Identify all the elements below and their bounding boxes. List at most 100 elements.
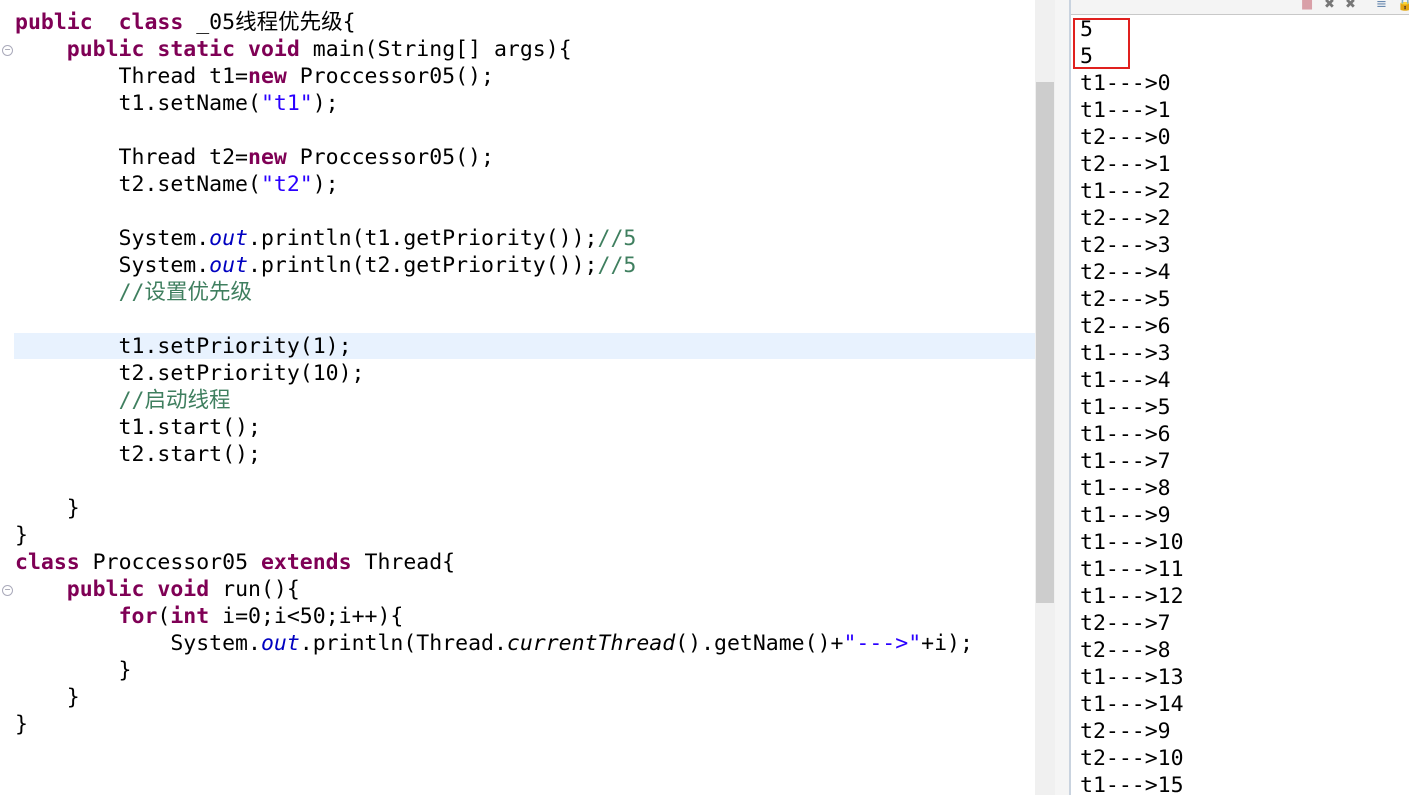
console-line: t2--->0 (1080, 125, 1171, 150)
console-toolbar: ■ ✖ ✖ ≡ 🔒 (1071, 0, 1409, 15)
code-line: t1.start(); (15, 414, 261, 441)
code-token: ); (312, 91, 339, 116)
console-line: t1--->9 (1080, 503, 1171, 528)
code-token: void (157, 577, 210, 602)
code-token: t2.setPriority(10); (15, 361, 365, 386)
code-token: Thread t1= (15, 64, 248, 89)
code-token: //设置优先级 (118, 280, 252, 305)
code-token: static (157, 37, 236, 62)
code-token: t1.start(); (15, 415, 261, 440)
code-line: t2.setPriority(10); (15, 360, 365, 387)
remove-launch-icon[interactable]: ✖ (1324, 0, 1335, 12)
code-token: extends (260, 550, 352, 575)
code-line: } (15, 657, 132, 684)
console-line: t1--->5 (1080, 395, 1171, 420)
console-line: t1--->3 (1080, 341, 1171, 366)
remove-all-icon[interactable]: ✖ (1345, 0, 1356, 12)
fold-toggle-icon[interactable]: − (2, 585, 13, 596)
console-line: t2--->6 (1080, 314, 1171, 339)
code-token: public (15, 10, 93, 35)
code-token: Thread{ (351, 550, 456, 575)
code-token: new (248, 145, 287, 170)
code-line: //设置优先级 (15, 279, 252, 306)
code-line: } (15, 522, 28, 549)
code-line: } (15, 711, 28, 738)
console-line: t2--->9 (1080, 719, 1171, 744)
console-line: t2--->3 (1080, 233, 1171, 258)
code-token: class (118, 10, 184, 35)
console-line: t1--->11 (1080, 557, 1184, 582)
priority-output-highlight-box (1073, 18, 1130, 69)
fold-toggle-icon[interactable]: − (2, 45, 13, 56)
console-line: t1--->14 (1080, 692, 1184, 717)
pane-divider[interactable] (1055, 0, 1071, 795)
code-token: Proccessor05(); (286, 64, 494, 89)
code-token: //5 (597, 253, 637, 278)
code-token: for (118, 604, 158, 629)
code-token: Thread t2= (15, 145, 248, 170)
code-line: System.out.println(t1.getPriority());//5 (15, 225, 637, 252)
code-token: "t2" (260, 172, 313, 197)
code-line: t2.setName("t2"); (15, 171, 339, 198)
console-line: t2--->10 (1080, 746, 1184, 771)
code-token: ( (157, 604, 171, 629)
code-line: class Proccessor05 extends Thread{ (15, 549, 455, 576)
code-line: //启动线程 (15, 387, 231, 414)
console-line: t1--->7 (1080, 449, 1171, 474)
code-line: System.out.println(Thread.currentThread(… (15, 630, 973, 657)
code-token: "--->" (843, 631, 922, 656)
scrollbar-thumb[interactable] (1036, 82, 1054, 603)
code-token: //5 (597, 226, 637, 251)
scroll-lock-icon[interactable]: 🔒 (1397, 0, 1409, 12)
console-view[interactable]: ■ ✖ ✖ ≡ 🔒 5 5 t1--->0 t1--->1 t2--->0 t2--->1… (1071, 0, 1409, 798)
console-line: t2--->1 (1080, 152, 1171, 177)
code-token: System. (15, 226, 210, 251)
code-token: System. (15, 253, 210, 278)
code-line: Thread t1=new Proccessor05(); (15, 63, 494, 90)
code-token: currentThread (506, 631, 676, 656)
code-token: ); (312, 172, 339, 197)
console-line: t1--->8 (1080, 476, 1171, 501)
code-token: ().getName()+ (675, 631, 844, 656)
code-token: "t1" (260, 91, 313, 116)
editor-vertical-scrollbar[interactable] (1035, 0, 1055, 795)
code-line: public static void main(String[] args){ (15, 36, 572, 63)
code-token: .println(Thread. (299, 631, 507, 656)
code-token: new (248, 64, 287, 89)
clear-console-icon[interactable]: ≡ (1376, 0, 1387, 12)
console-line: t1--->12 (1080, 584, 1184, 609)
code-token: System. (15, 631, 261, 656)
code-token: public (66, 37, 145, 62)
code-line: for(int i=0;i<50;i++){ (15, 603, 404, 630)
code-token: void (248, 37, 300, 62)
code-token: main(String[] args){ (299, 37, 572, 62)
code-token: class (15, 550, 80, 575)
code-token: } (15, 685, 80, 710)
code-token: t1.setName( (15, 91, 261, 116)
code-token: public (66, 577, 145, 602)
code-line: Thread t2=new Proccessor05(); (15, 144, 494, 171)
console-line: t1--->0 (1080, 71, 1171, 96)
terminate-icon[interactable]: ■ (1301, 0, 1313, 12)
console-line: t1--->1 (1080, 98, 1171, 123)
code-token: t2.start(); (15, 442, 261, 467)
code-token: i=0;i<50;i++){ (209, 604, 404, 629)
console-line: t1--->4 (1080, 368, 1171, 393)
code-line: public class _05线程优先级{ (15, 9, 356, 36)
code-line: t1.setName("t1"); (15, 90, 339, 117)
code-line: public void run(){ (15, 576, 300, 603)
console-line: t1--->10 (1080, 530, 1184, 555)
code-line: } (15, 684, 80, 711)
code-token: t1.setPriority(1); (15, 334, 352, 359)
code-token: Proccessor05 (79, 550, 261, 575)
code-token: run(){ (209, 577, 300, 602)
code-token: out (209, 226, 249, 251)
code-editor[interactable]: public class _05线程优先级{ public static voi… (0, 0, 1035, 795)
code-line: t2.start(); (15, 441, 261, 468)
console-line: t2--->8 (1080, 638, 1171, 663)
